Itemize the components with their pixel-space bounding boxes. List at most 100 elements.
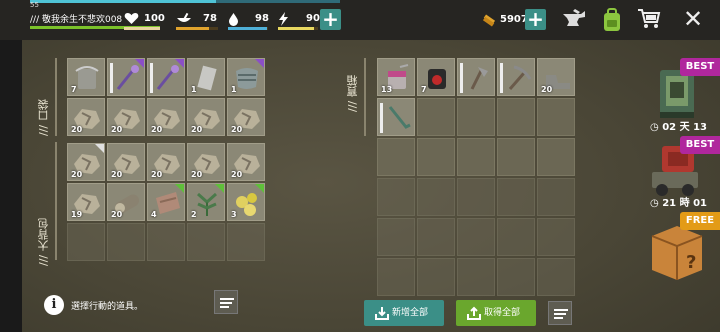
empty-slot[interactable] <box>537 218 575 256</box>
empty-slot[interactable] <box>67 223 105 261</box>
pickaxe-icon <box>508 65 532 90</box>
empty-slot[interactable] <box>497 218 535 256</box>
item-slot-ore[interactable]: 20 <box>107 98 145 136</box>
close-icon[interactable]: ✕ <box>683 6 703 32</box>
empty-slot[interactable] <box>417 218 455 256</box>
empty-slot[interactable] <box>537 138 575 176</box>
item-slot-ore[interactable]: 20 <box>67 143 105 181</box>
player-level: 55 <box>30 1 39 9</box>
item-count: 20 <box>151 125 163 134</box>
empty-slot[interactable] <box>417 98 455 136</box>
item-slot-leather[interactable]: 4 <box>147 183 185 221</box>
backpack-divider <box>55 142 57 260</box>
svg-text:?: ? <box>686 252 696 273</box>
sort-inventory-button[interactable] <box>214 290 238 314</box>
upload-icon <box>467 306 481 320</box>
item-count: 3 <box>231 210 237 219</box>
empty-slot[interactable] <box>377 258 415 296</box>
durability-bar <box>500 63 503 93</box>
pockets-divider <box>55 58 57 136</box>
item-slot-plate[interactable]: 1 <box>187 58 225 96</box>
rarity-corner <box>175 184 184 193</box>
hint-text: 選擇行動的道具。 <box>71 302 144 312</box>
empty-slot[interactable] <box>537 258 575 296</box>
empty-slot[interactable] <box>227 223 265 261</box>
left-edge-bar <box>0 40 22 332</box>
offer-card-1[interactable]: BEST ◷ 02 天 13 <box>650 58 720 134</box>
coin-balance: 5907 <box>500 14 528 25</box>
anvil-icon[interactable] <box>561 8 587 32</box>
rarity-corner <box>95 144 104 153</box>
item-slot-nuggets[interactable]: 3 <box>227 183 265 221</box>
empty-slot[interactable] <box>147 223 185 261</box>
item-slot-ore[interactable]: 20 <box>147 98 185 136</box>
empty-slot[interactable] <box>537 178 575 216</box>
empty-slot[interactable] <box>187 223 225 261</box>
item-slot-log[interactable]: 20 <box>107 183 145 221</box>
offer-card-2[interactable]: BEST ◷ 21 時 01 <box>650 136 720 212</box>
coin-bar-icon <box>482 14 496 27</box>
item-slot-bucket[interactable]: 7 <box>67 58 105 96</box>
empty-slot[interactable] <box>417 258 455 296</box>
rarity-corner <box>255 59 264 68</box>
item-slot-axe[interactable] <box>457 58 495 96</box>
item-slot-pickaxe[interactable] <box>497 58 535 96</box>
item-slot-armor[interactable]: 1 <box>227 58 265 96</box>
backpack-icon[interactable] <box>601 8 623 32</box>
item-slot-staff[interactable] <box>107 58 145 96</box>
item-count: 13 <box>381 85 393 94</box>
item-slot-ore[interactable]: 20 <box>107 143 145 181</box>
empty-slot[interactable] <box>377 218 415 256</box>
empty-slot[interactable] <box>377 138 415 176</box>
water-value: 98 <box>255 13 269 24</box>
water-bar <box>228 27 268 30</box>
empty-slot[interactable] <box>457 218 495 256</box>
offer-timer-1: ◷ 02 天 13 <box>650 122 708 133</box>
item-slot-boots[interactable]: 20 <box>537 58 575 96</box>
item-count: 20 <box>111 170 123 179</box>
food-icon <box>177 12 191 22</box>
offer-card-3[interactable]: ? FREE <box>650 212 720 288</box>
add-coins-button[interactable]: + <box>525 9 546 30</box>
food-value: 78 <box>203 13 217 24</box>
water-drop-icon <box>229 13 238 26</box>
empty-slot[interactable] <box>457 138 495 176</box>
item-count: 19 <box>71 210 83 219</box>
empty-slot[interactable] <box>457 98 495 136</box>
empty-slot[interactable] <box>417 138 455 176</box>
item-slot-paint[interactable]: 13 <box>377 58 415 96</box>
empty-slot[interactable] <box>537 98 575 136</box>
item-count: 20 <box>151 170 163 179</box>
empty-slot[interactable] <box>497 258 535 296</box>
item-slot-ore[interactable]: 20 <box>227 98 265 136</box>
item-slot-staff[interactable] <box>147 58 185 96</box>
take-all-button[interactable]: 取得全部 <box>456 300 536 326</box>
empty-slot[interactable] <box>417 178 455 216</box>
energy-bar <box>278 27 318 30</box>
item-count: 1 <box>191 85 197 94</box>
store-all-button[interactable]: 新增全部 <box>364 300 444 326</box>
empty-slot[interactable] <box>377 178 415 216</box>
item-slot-ore[interactable]: 20 <box>227 143 265 181</box>
player-name: /// 敬我余生不悲欢008 <box>30 15 123 25</box>
add-stats-button[interactable]: + <box>320 9 341 30</box>
offer-badge-1: BEST <box>680 58 720 76</box>
empty-slot[interactable] <box>497 178 535 216</box>
empty-slot[interactable] <box>457 178 495 216</box>
empty-slot[interactable] <box>107 223 145 261</box>
item-slot-herb[interactable]: 2 <box>187 183 225 221</box>
empty-slot[interactable] <box>497 138 535 176</box>
empty-slot[interactable] <box>457 258 495 296</box>
item-slot-ore[interactable]: 19 <box>67 183 105 221</box>
heart-icon <box>124 13 139 24</box>
top-status-bar: 55 /// 敬我余生不悲欢008 100 78 98 90 + 5907 + … <box>0 0 720 40</box>
item-slot-ore[interactable]: 20 <box>187 98 225 136</box>
item-slot-ore[interactable]: 20 <box>147 143 185 181</box>
empty-slot[interactable] <box>497 98 535 136</box>
shop-cart-icon[interactable] <box>637 8 661 30</box>
sort-chest-button[interactable] <box>548 301 572 325</box>
item-slot-can[interactable]: 7 <box>417 58 455 96</box>
item-slot-ore[interactable]: 20 <box>187 143 225 181</box>
item-slot-ore[interactable]: 20 <box>67 98 105 136</box>
item-slot-crowbar[interactable] <box>377 98 415 136</box>
